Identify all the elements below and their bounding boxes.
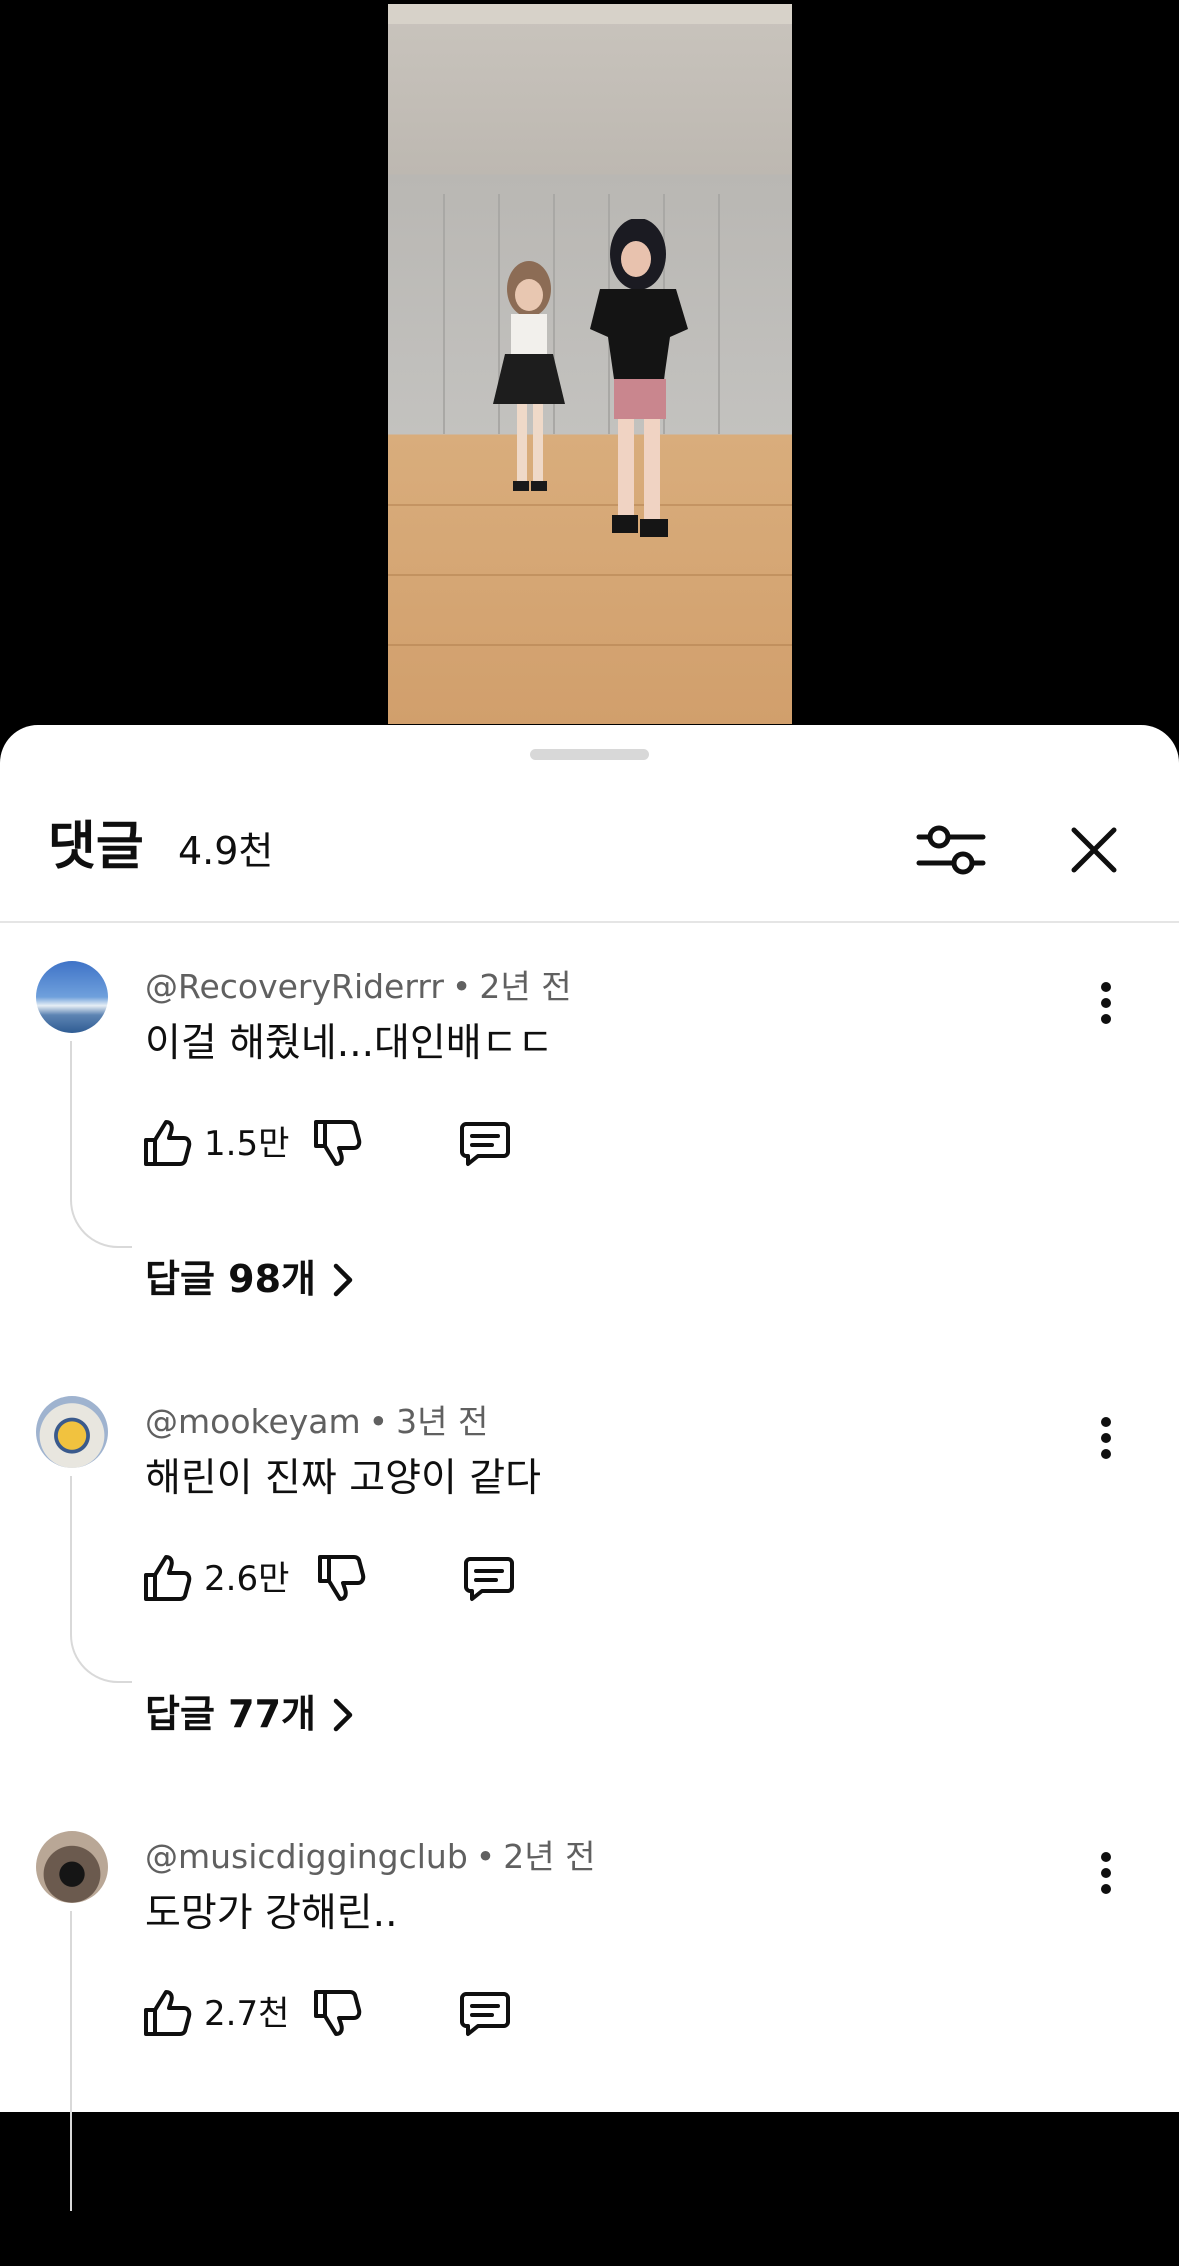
view-replies-button[interactable]: 답글 77개 <box>145 1692 356 1738</box>
dislike-button[interactable] <box>310 1116 364 1170</box>
comment-item: @mookeyam • 3년 전 해린이 진짜 고양이 같다 2.6만 답글 7… <box>0 1396 1179 1831</box>
comment-meta: @RecoveryRiderrr • 2년 전 <box>145 967 572 1007</box>
close-button[interactable] <box>1066 822 1122 878</box>
more-options-button[interactable] <box>1086 1849 1126 1897</box>
reply-button[interactable] <box>458 1116 512 1170</box>
more-vertical-icon <box>1101 1417 1111 1459</box>
comments-header: 댓글 4.9천 <box>0 725 1179 923</box>
ceiling <box>388 4 792 24</box>
comments-count: 4.9천 <box>178 829 274 873</box>
like-button[interactable] <box>140 1986 194 2040</box>
thumbs-up-icon <box>144 1555 192 1601</box>
thumbs-down-icon <box>314 1120 362 1166</box>
comment-text: 해린이 진짜 고양이 같다 <box>145 1456 541 1501</box>
reply-button[interactable] <box>458 1986 512 2040</box>
comments-title: 댓글 <box>48 817 144 877</box>
comment-meta: @mookeyam • 3년 전 <box>145 1402 488 1442</box>
avatar[interactable] <box>36 961 108 1033</box>
more-vertical-icon <box>1101 982 1111 1024</box>
meta-separator: • <box>451 967 472 1006</box>
like-count: 2.7천 <box>204 1994 290 2034</box>
comment-author[interactable]: @mookeyam <box>145 1402 361 1441</box>
dislike-button[interactable] <box>314 1551 368 1605</box>
more-options-button[interactable] <box>1086 979 1126 1027</box>
comment-icon <box>460 1122 510 1166</box>
comment-icon <box>464 1557 514 1601</box>
dislike-button[interactable] <box>310 1986 364 2040</box>
thumbs-down-icon <box>318 1555 366 1601</box>
like-count: 1.5만 <box>204 1124 290 1164</box>
meta-separator: • <box>368 1402 389 1441</box>
dancer-right <box>590 219 688 537</box>
comment-author[interactable]: @musicdiggingclub <box>145 1837 468 1876</box>
sort-filter-button[interactable] <box>915 820 987 880</box>
comment-actions: 2.7천 <box>140 1986 740 2046</box>
comment-time: 2년 전 <box>479 967 572 1006</box>
thumbs-up-icon <box>144 1990 192 2036</box>
comment-time: 2년 전 <box>503 1837 596 1876</box>
meta-separator: • <box>475 1837 496 1876</box>
chevron-right-icon <box>333 1263 353 1297</box>
comments-sheet: 댓글 4.9천 @RecoveryRiderrr • 2년 전 이걸 해줬네...대… <box>0 725 1179 2211</box>
view-replies-button[interactable]: 답글 98개 <box>145 1257 356 1303</box>
thumbs-up-icon <box>144 1120 192 1166</box>
thread-line <box>70 1041 132 1248</box>
chevron-right-icon <box>333 1698 353 1732</box>
thumbs-down-icon <box>314 1990 362 2036</box>
like-button[interactable] <box>140 1116 194 1170</box>
comment-text: 이걸 해줬네...대인배ㄷㄷ <box>145 1021 554 1066</box>
comment-author[interactable]: @RecoveryRiderrr <box>145 967 444 1006</box>
replies-label: 답글 98개 <box>145 1257 316 1301</box>
like-button[interactable] <box>140 1551 194 1605</box>
comment-actions: 1.5만 <box>140 1116 740 1176</box>
like-count: 2.6만 <box>204 1559 290 1599</box>
close-icon <box>1071 827 1117 873</box>
more-options-button[interactable] <box>1086 1414 1126 1462</box>
thread-line <box>70 1911 132 2211</box>
replies-label: 답글 77개 <box>145 1692 316 1736</box>
comment-icon <box>460 1992 510 2036</box>
dancer-left <box>493 261 565 491</box>
avatar[interactable] <box>36 1831 108 1903</box>
video-frame[interactable] <box>388 4 792 724</box>
header-divider <box>0 921 1179 923</box>
avatar[interactable] <box>36 1396 108 1468</box>
comment-meta: @musicdiggingclub • 2년 전 <box>145 1837 595 1877</box>
comment-item: @RecoveryRiderrr • 2년 전 이걸 해줬네...대인배ㄷㄷ 1.5… <box>0 961 1179 1396</box>
more-vertical-icon <box>1101 1852 1111 1894</box>
sliders-icon <box>916 825 986 875</box>
comment-actions: 2.6만 <box>140 1551 740 1611</box>
comment-text: 도망가 강해린.. <box>145 1891 398 1936</box>
thread-line <box>70 1476 132 1683</box>
video-player[interactable] <box>0 0 1179 730</box>
comment-time: 3년 전 <box>396 1402 489 1441</box>
comment-item: @musicdiggingclub • 2년 전 도망가 강해린.. 2.7천 <box>0 1831 1179 2266</box>
reply-button[interactable] <box>462 1551 516 1605</box>
